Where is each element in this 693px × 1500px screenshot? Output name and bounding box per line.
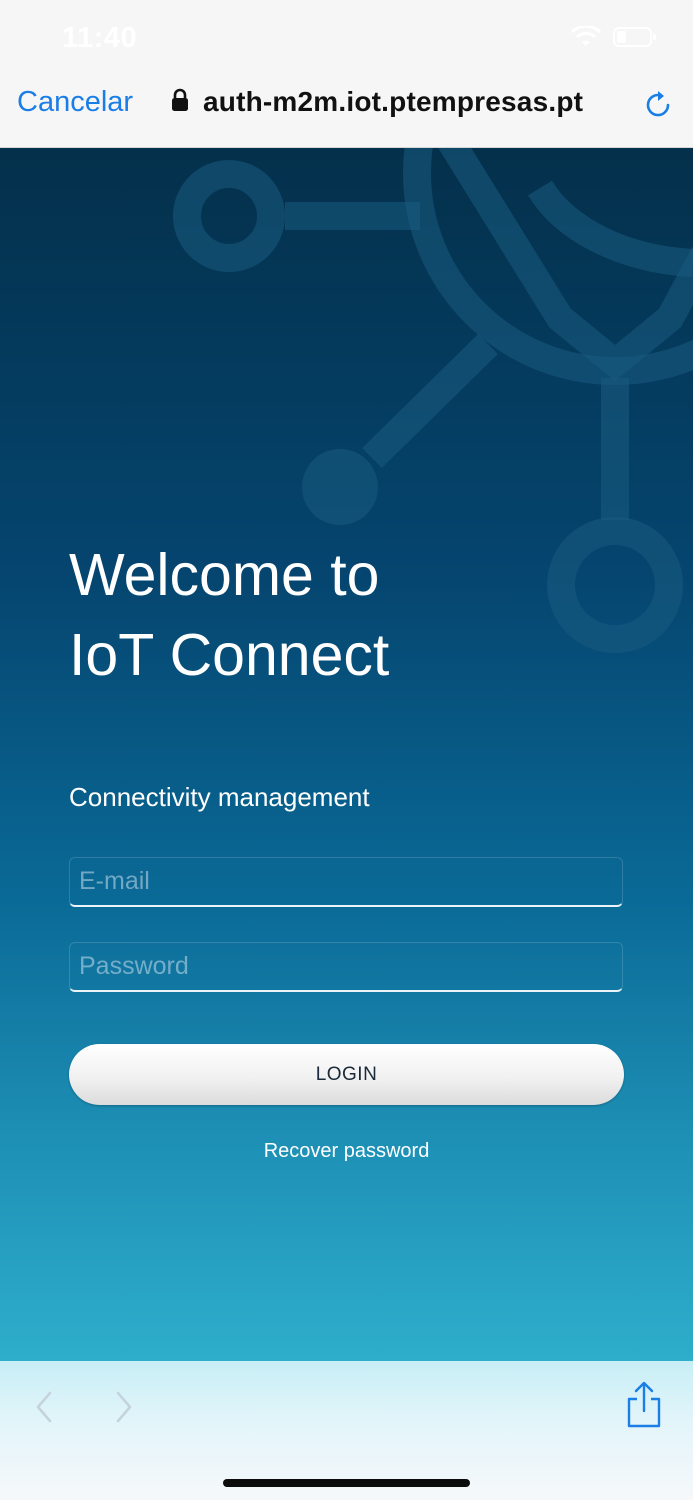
- wifi-icon: [570, 24, 602, 53]
- password-field[interactable]: [69, 942, 623, 992]
- lock-icon: [170, 88, 190, 117]
- reload-icon[interactable]: [641, 88, 675, 122]
- address-bar[interactable]: auth-m2m.iot.ptempresas.pt: [170, 86, 583, 118]
- recover-password-link[interactable]: Recover password: [0, 1140, 693, 1163]
- login-page: Welcome to IoT Connect Connectivity mana…: [0, 148, 693, 1361]
- network-globe-graphic: [173, 148, 693, 653]
- status-time: 11:40: [62, 22, 138, 54]
- browser-bar: Cancelar auth-m2m.iot.ptempresas.pt: [0, 72, 693, 148]
- home-indicator[interactable]: [223, 1479, 470, 1487]
- battery-icon: [613, 26, 657, 53]
- url-text: auth-m2m.iot.ptempresas.pt: [203, 86, 584, 117]
- status-bar: 11:40: [0, 0, 693, 72]
- chevron-right-icon[interactable]: [110, 1389, 138, 1430]
- subtitle: Connectivity management: [69, 782, 370, 812]
- share-icon[interactable]: [624, 1381, 664, 1434]
- login-button[interactable]: LOGIN: [69, 1044, 624, 1105]
- browser-screen: 11:40 Cancelar auth-m2m.iot.ptempresas.p…: [0, 0, 693, 1500]
- email-field[interactable]: [69, 857, 623, 907]
- welcome-heading-line2: IoT Connect: [69, 622, 390, 688]
- status-icons: [570, 24, 657, 53]
- welcome-heading-line1: Welcome to: [69, 542, 380, 608]
- cancel-button[interactable]: Cancelar: [17, 86, 133, 119]
- chevron-left-icon[interactable]: [30, 1389, 58, 1430]
